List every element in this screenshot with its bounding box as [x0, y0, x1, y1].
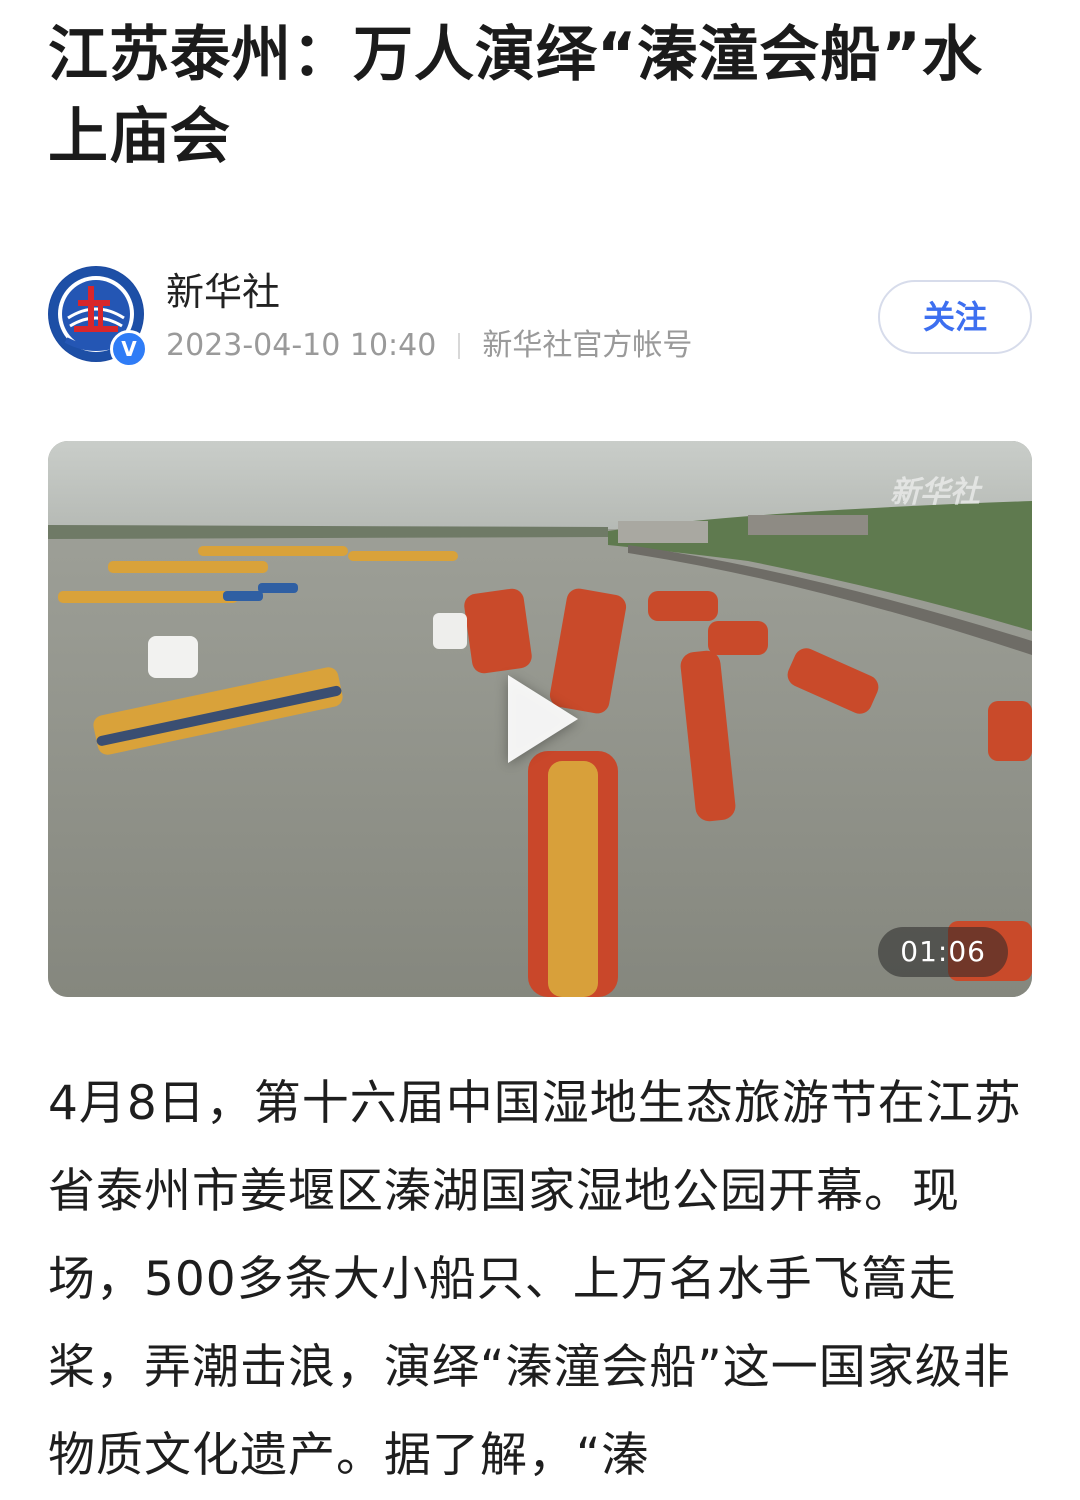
article-page: 江苏泰州：万人演绎“溱潼会船”水上庙会 新华社 2023-04-10 10:40… — [0, 0, 1080, 1500]
follow-button[interactable]: 关注 — [878, 280, 1032, 354]
post-datetime: 2023-04-10 10:40 — [166, 328, 437, 363]
post-meta: 2023-04-10 10:40 新华社官方帐号 — [166, 326, 692, 366]
meta-divider — [458, 333, 461, 359]
video-player[interactable]: 新华社 01:06 — [48, 441, 1032, 997]
verified-v-icon: V — [110, 330, 148, 368]
article-body: 4月8日，第十六届中国湿地生态旅游节在江苏省泰州市姜堰区溱湖国家湿地公园开幕。现… — [48, 1076, 1022, 1483]
video-duration: 01:06 — [878, 927, 1008, 977]
play-icon[interactable] — [508, 675, 578, 763]
account-type: 新华社官方帐号 — [482, 328, 693, 363]
video-watermark: 新华社 — [890, 475, 980, 510]
article-title: 江苏泰州：万人演绎“溱潼会船”水上庙会 — [48, 20, 983, 172]
author-row: 新华社 2023-04-10 10:40 新华社官方帐号 关注 — [48, 266, 1032, 366]
author-name[interactable]: 新华社 — [166, 268, 280, 316]
